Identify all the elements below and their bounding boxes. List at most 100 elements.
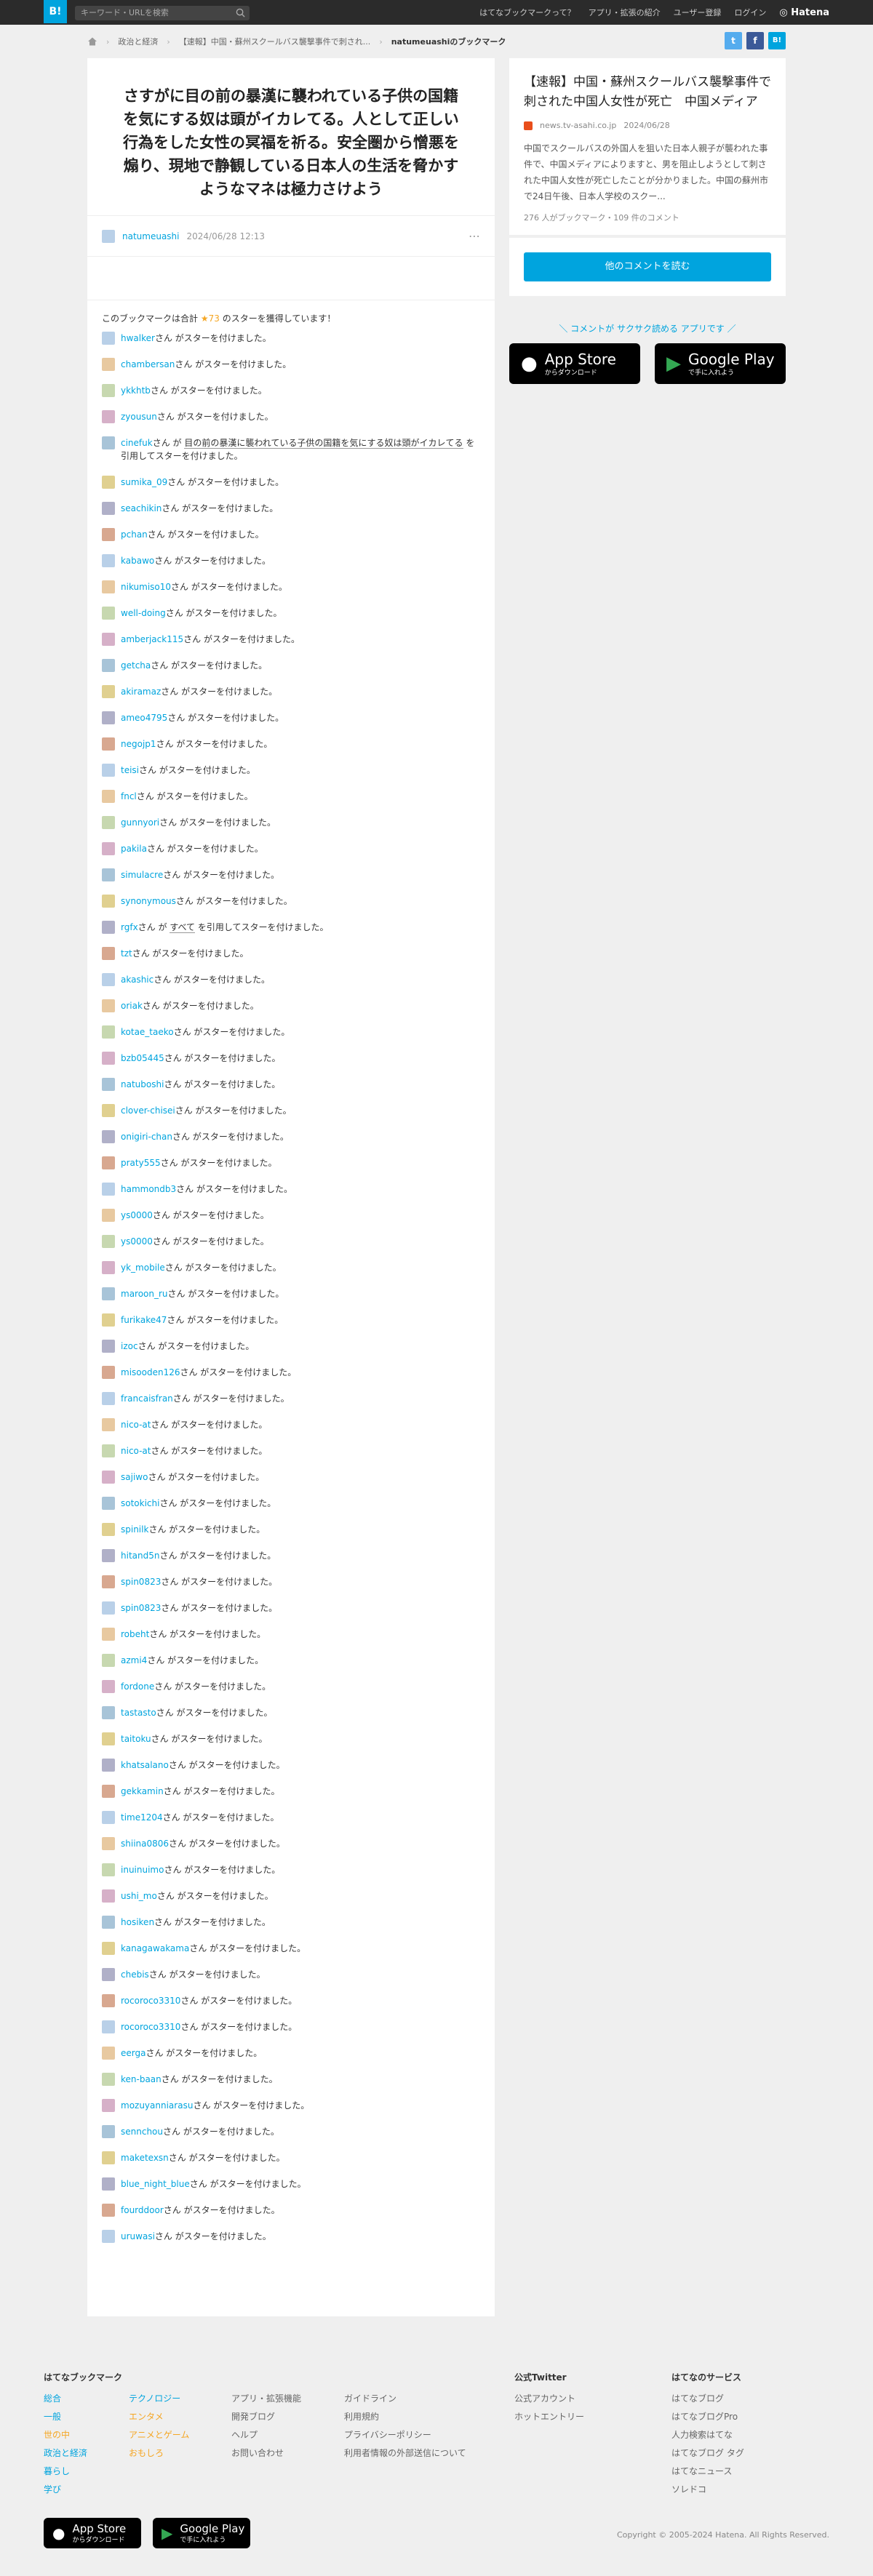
star-user-name[interactable]: kabawo [121,556,154,566]
avatar[interactable] [102,2099,115,2112]
star-user-name[interactable]: amberjack115 [121,634,183,644]
star-user-name[interactable]: ken-baan [121,2074,162,2084]
star-user-name[interactable]: fncl [121,791,137,801]
star-user-name[interactable]: ys0000 [121,1210,153,1220]
avatar[interactable] [102,1785,115,1798]
star-user-name[interactable]: negojp1 [121,739,156,749]
avatar[interactable] [102,436,115,449]
footer-link[interactable]: 暮らし [44,2463,122,2481]
star-user-name[interactable]: ys0000 [121,1236,153,1247]
breadcrumb-category[interactable]: 政治と経済 [118,36,158,47]
star-user-name[interactable]: sajiwo [121,1472,148,1482]
search-input[interactable]: キーワード・URLを検索 [75,6,250,20]
hatena-logo[interactable]: ◎ Hatena [779,7,829,18]
avatar[interactable] [102,947,115,960]
avatar[interactable] [102,1680,115,1693]
avatar[interactable] [102,1183,115,1196]
avatar[interactable] [102,1025,115,1039]
star-user-name[interactable]: spinilk [121,1524,148,1535]
star-user-name[interactable]: sumika_09 [121,477,167,487]
avatar[interactable] [102,1340,115,1353]
avatar[interactable] [102,1706,115,1719]
avatar[interactable] [102,332,115,345]
star-user-name[interactable]: blue_night_blue [121,2179,190,2189]
star-user-name[interactable]: furikake47 [121,1315,167,1325]
avatar[interactable] [102,1313,115,1327]
avatar[interactable] [102,1732,115,1745]
star-user-name[interactable]: maroon_ru [121,1289,168,1299]
avatar[interactable] [102,711,115,724]
footer-link[interactable]: お問い合わせ [231,2444,301,2463]
avatar[interactable] [102,1366,115,1379]
star-user-name[interactable]: yk_mobile [121,1263,165,1273]
read-other-comments-button[interactable]: 他のコメントを読む [524,252,771,281]
app-store-badge[interactable]: ● App Store からダウンロード [509,343,640,384]
footer-link[interactable]: ホットエントリー [514,2408,584,2426]
avatar[interactable] [102,1130,115,1143]
star-user-name[interactable]: izoc [121,1341,138,1351]
avatar[interactable] [102,1837,115,1850]
star-user-name[interactable]: praty555 [121,1158,161,1168]
avatar[interactable] [102,1523,115,1536]
footer-link[interactable]: 利用者情報の外部送信について [344,2444,466,2463]
star-user-name[interactable]: pchan [121,529,148,540]
footer-link[interactable]: 公式アカウント [514,2390,584,2408]
avatar[interactable] [102,895,115,908]
avatar[interactable] [102,1209,115,1222]
star-user-name[interactable]: ushi_mo [121,1891,157,1901]
star-user-name[interactable]: rocoroco3310 [121,1996,180,2006]
hatena-bookmark-logo[interactable]: B! [44,0,67,23]
avatar[interactable] [102,1287,115,1300]
star-user-name[interactable]: natuboshi [121,1079,164,1089]
star-user-name[interactable]: tastasto [121,1708,156,1718]
star-user-name[interactable]: fourddoor [121,2205,164,2215]
star-user-name[interactable]: zyousun [121,412,157,422]
avatar[interactable] [102,659,115,672]
avatar[interactable] [102,1942,115,1955]
star-user-name[interactable]: kotae_taeko [121,1027,174,1037]
avatar[interactable] [102,358,115,371]
footer-link[interactable]: ガイドライン [344,2390,466,2408]
star-user-name[interactable]: ameo4795 [121,713,167,723]
avatar[interactable] [102,1575,115,1588]
star-user-name[interactable]: onigiri-chan [121,1132,172,1142]
avatar[interactable] [102,868,115,881]
avatar[interactable] [102,2073,115,2086]
google-play-badge[interactable]: ▶ Google Play で手に入れよう [655,343,786,384]
star-user-name[interactable]: time1204 [121,1812,163,1823]
nav-register[interactable]: ユーザー登録 [674,7,722,18]
avatar[interactable] [102,2151,115,2164]
footer-link[interactable]: ヘルプ [231,2426,301,2444]
star-user-name[interactable]: khatsalano [121,1760,169,1770]
avatar[interactable] [102,1549,115,1562]
star-user-name[interactable]: well-doing [121,608,166,618]
star-user-name[interactable]: sotokichi [121,1498,159,1508]
avatar[interactable] [102,410,115,423]
avatar[interactable] [102,580,115,593]
avatar[interactable] [102,790,115,803]
avatar[interactable] [102,737,115,751]
avatar[interactable] [102,554,115,567]
breadcrumb-entry[interactable]: 【速報】中国・蘇州スクールバス襲撃事件で刺され... [179,36,371,47]
avatar[interactable] [102,2204,115,2217]
star-user-name[interactable]: sennchou [121,2127,163,2137]
footer-link[interactable]: 開発ブログ [231,2408,301,2426]
star-user-name[interactable]: robeht [121,1629,149,1639]
avatar[interactable] [102,1052,115,1065]
avatar[interactable] [102,1811,115,1824]
star-user-name[interactable]: kanagawakama [121,1943,189,1953]
star-user-name[interactable]: synonymous [121,896,176,906]
avatar[interactable] [102,842,115,855]
star-user-name[interactable]: seachikin [121,503,162,513]
avatar[interactable] [102,2020,115,2033]
app-store-badge[interactable]: ● App Store からダウンロード [44,2518,141,2548]
footer-link[interactable]: 政治と経済 [44,2444,122,2463]
avatar[interactable] [102,1471,115,1484]
avatar[interactable] [102,607,115,620]
more-options-icon[interactable]: ⋯ [469,229,480,243]
footer-link[interactable]: アプリ・拡張機能 [231,2390,301,2408]
star-user-name[interactable]: uruwasi [121,2231,155,2241]
avatar[interactable] [102,685,115,698]
star-user-name[interactable]: akiramaz [121,687,161,697]
avatar[interactable] [102,764,115,777]
